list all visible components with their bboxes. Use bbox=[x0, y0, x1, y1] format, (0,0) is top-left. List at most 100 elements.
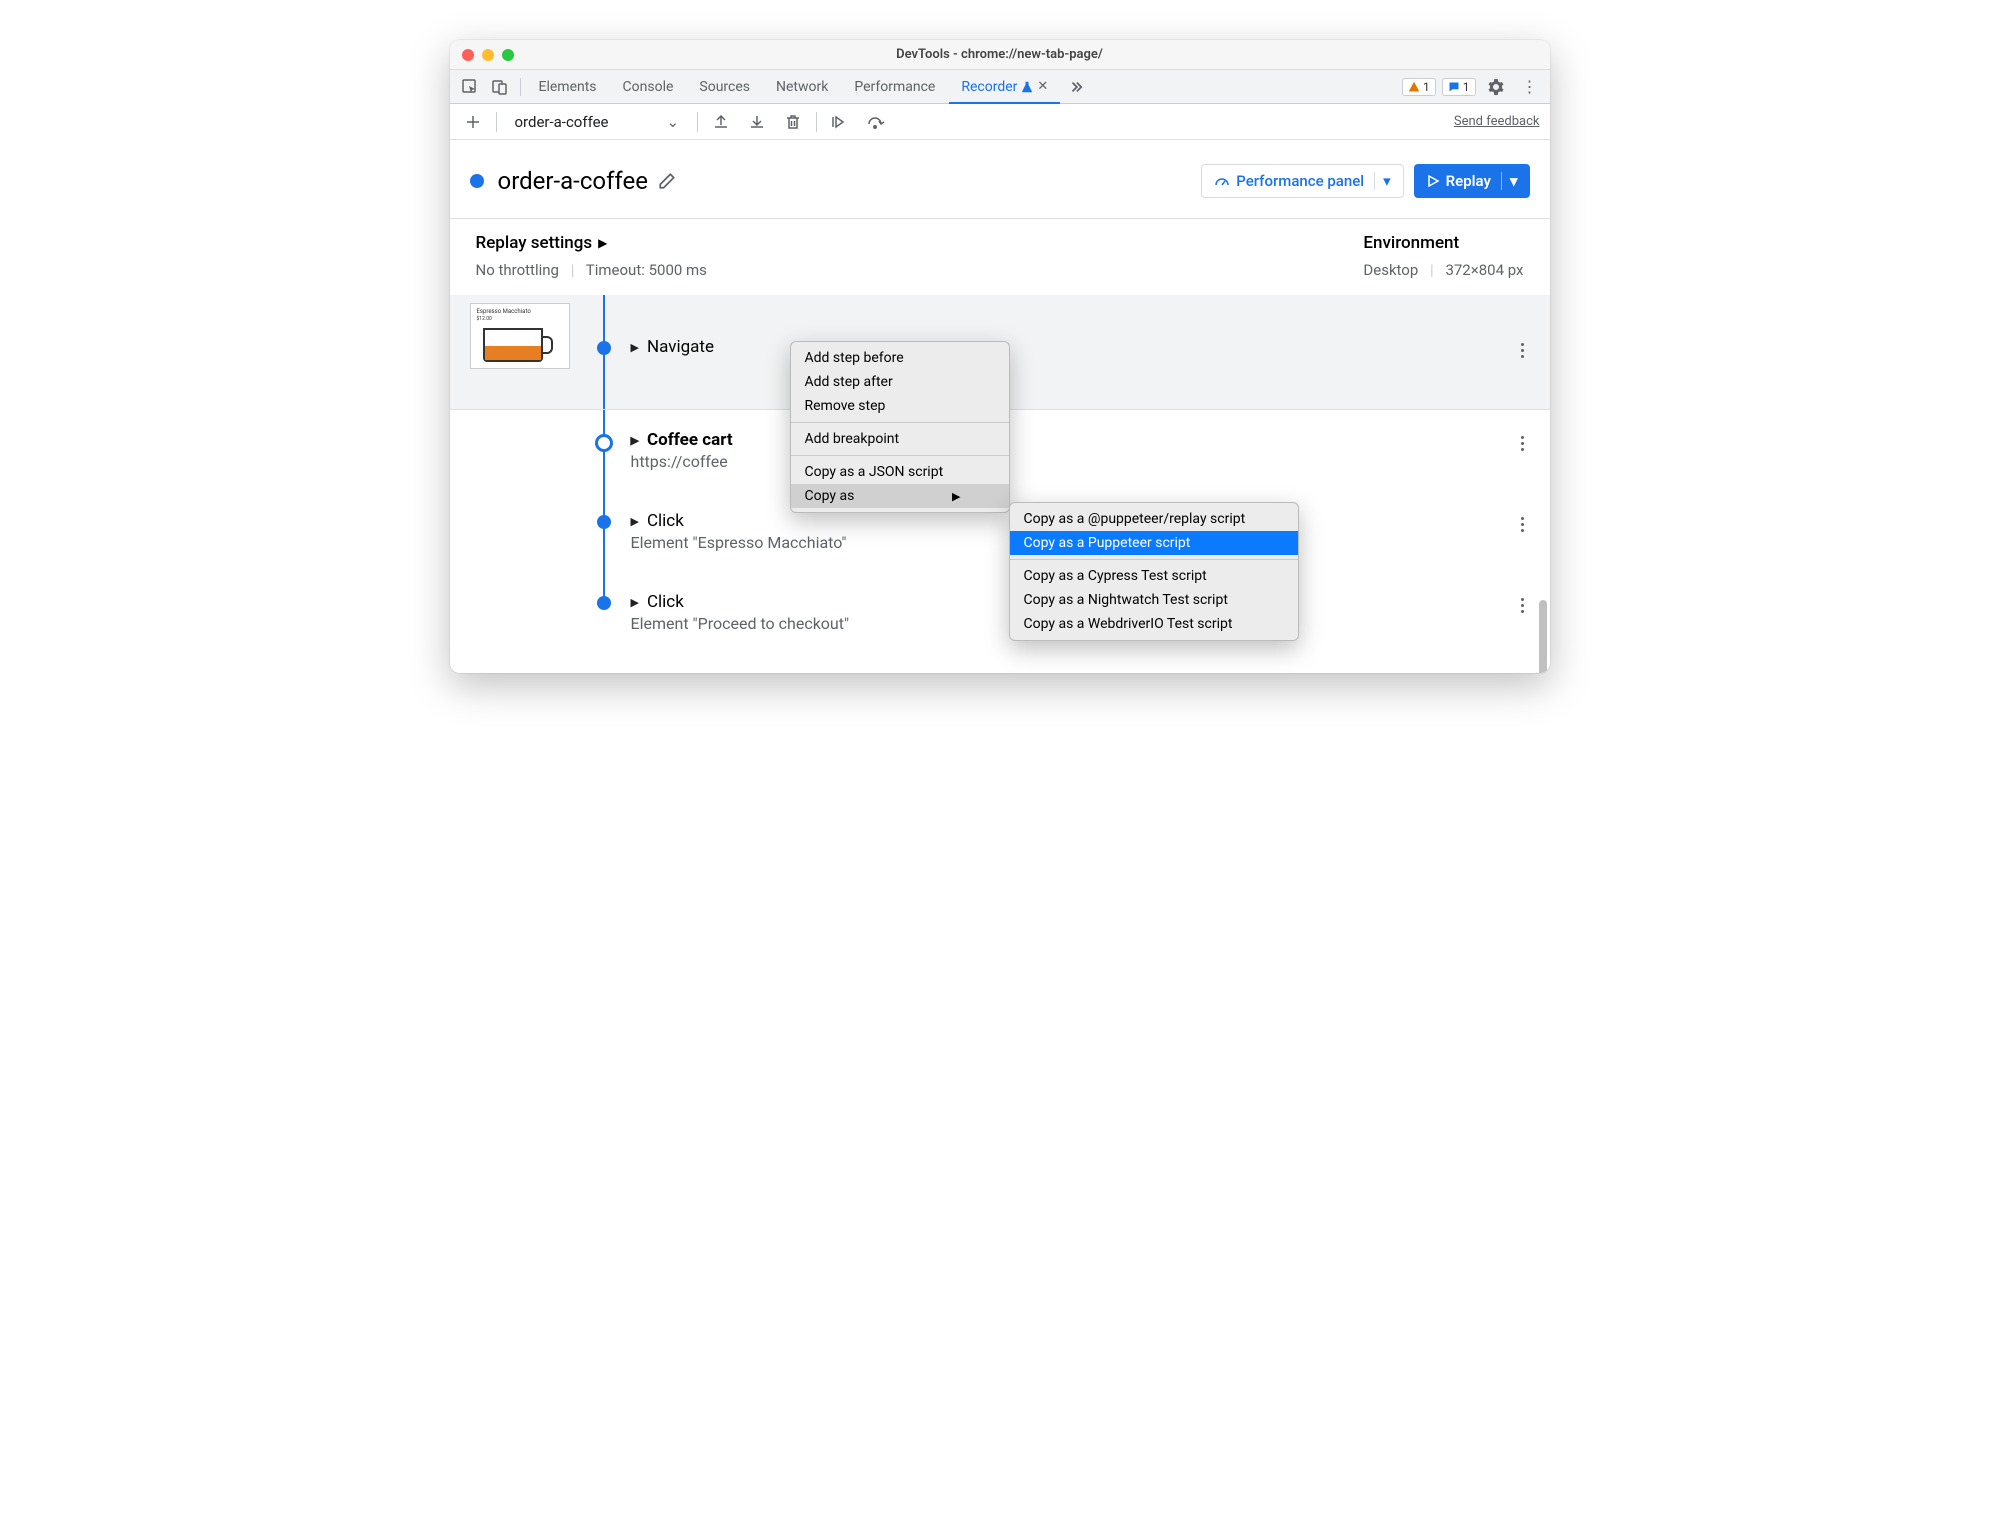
gauge-icon bbox=[1214, 173, 1230, 189]
tab-sources[interactable]: Sources bbox=[687, 70, 762, 104]
copy-as-submenu: Copy as a @puppeteer/replay script Copy … bbox=[1009, 502, 1299, 641]
export-button[interactable] bbox=[708, 109, 734, 135]
menu-copy-puppeteer[interactable]: Copy as a Puppeteer script bbox=[1010, 531, 1298, 555]
titlebar: DevTools - chrome://new-tab-page/ bbox=[450, 40, 1550, 70]
recorder-content: order-a-coffee Performance panel ▾ Repla… bbox=[450, 140, 1550, 673]
chevron-right-icon: ▶ bbox=[631, 341, 639, 354]
device-toggle-icon[interactable] bbox=[486, 73, 514, 101]
close-tab-icon[interactable]: ✕ bbox=[1037, 79, 1048, 94]
timeline-node-ring bbox=[595, 434, 613, 452]
step-menu-button[interactable] bbox=[1515, 592, 1530, 619]
tab-recorder[interactable]: Recorder ✕ bbox=[949, 70, 1060, 104]
import-button[interactable] bbox=[744, 109, 770, 135]
menu-add-step-after[interactable]: Add step after bbox=[791, 370, 1009, 394]
menu-remove-step[interactable]: Remove step bbox=[791, 394, 1009, 418]
devtools-window: DevTools - chrome://new-tab-page/ Elemen… bbox=[450, 40, 1550, 673]
environment-header: Environment bbox=[1363, 233, 1523, 253]
chevron-right-icon: ▶ bbox=[631, 515, 639, 528]
timeline-line bbox=[603, 491, 605, 572]
chevron-down-icon: ⌄ bbox=[667, 113, 680, 131]
timeline-node bbox=[597, 596, 611, 610]
recording-name: order-a-coffee bbox=[515, 113, 609, 131]
throttling-value: No throttling bbox=[476, 261, 559, 279]
step-over-button[interactable] bbox=[863, 109, 889, 135]
settings-icon[interactable] bbox=[1482, 73, 1510, 101]
tab-console[interactable]: Console bbox=[611, 70, 686, 104]
menu-add-breakpoint[interactable]: Add breakpoint bbox=[791, 427, 1009, 451]
chat-icon bbox=[1448, 81, 1460, 93]
step-navigate-label: Navigate bbox=[647, 337, 714, 357]
recorder-toolbar: order-a-coffee ⌄ Send feedback bbox=[450, 104, 1550, 140]
send-feedback-link[interactable]: Send feedback bbox=[1454, 114, 1540, 129]
performance-panel-label: Performance panel bbox=[1236, 172, 1364, 190]
recording-dot-icon bbox=[470, 174, 484, 188]
timeline-node bbox=[597, 515, 611, 529]
recording-title: order-a-coffee bbox=[498, 167, 648, 195]
edit-title-button[interactable] bbox=[658, 172, 676, 190]
step-context-menu: Add step before Add step after Remove st… bbox=[790, 341, 1010, 513]
issues-badge[interactable]: 1 bbox=[1442, 78, 1476, 96]
menu-divider bbox=[791, 422, 1009, 423]
timeout-value: Timeout: 5000 ms bbox=[586, 261, 707, 279]
delete-button[interactable] bbox=[780, 109, 806, 135]
recording-header: order-a-coffee Performance panel ▾ Repla… bbox=[450, 140, 1550, 218]
minimize-window-button[interactable] bbox=[482, 49, 494, 61]
chevron-right-icon: ▶ bbox=[631, 434, 639, 447]
menu-copy-json[interactable]: Copy as a JSON script bbox=[791, 460, 1009, 484]
more-menu-icon[interactable]: ⋮ bbox=[1516, 73, 1544, 101]
chevron-right-icon: ▶ bbox=[952, 490, 960, 503]
separator bbox=[496, 112, 497, 132]
steps-list: Espresso Macchiato $12.00 ▶ Navigate ▶ Cof… bbox=[450, 295, 1550, 673]
step-click1-label: Click bbox=[647, 511, 684, 531]
tab-network[interactable]: Network bbox=[764, 70, 840, 104]
menu-divider bbox=[791, 455, 1009, 456]
step-coffee-cart-url: https://coffee bbox=[631, 452, 1515, 471]
separator bbox=[816, 112, 817, 132]
settings-row: Replay settings ▶ No throttling | Timeou… bbox=[450, 218, 1550, 295]
step-click-checkout[interactable]: ▶Click Element "Proceed to checkout" bbox=[450, 572, 1550, 673]
step-coffee-cart-label: Coffee cart bbox=[647, 430, 733, 450]
inspect-icon[interactable] bbox=[456, 73, 484, 101]
tab-recorder-label: Recorder bbox=[961, 79, 1017, 95]
menu-copy-puppeteer-replay[interactable]: Copy as a @puppeteer/replay script bbox=[1010, 507, 1298, 531]
menu-divider bbox=[1010, 559, 1298, 560]
separator bbox=[697, 112, 698, 132]
traffic-lights bbox=[450, 49, 514, 61]
step-click2-label: Click bbox=[647, 592, 684, 612]
step-menu-button[interactable] bbox=[1515, 430, 1530, 457]
performance-panel-button[interactable]: Performance panel ▾ bbox=[1201, 164, 1403, 198]
replay-settings-header[interactable]: Replay settings ▶ bbox=[476, 233, 707, 253]
maximize-window-button[interactable] bbox=[502, 49, 514, 61]
menu-copy-cypress[interactable]: Copy as a Cypress Test script bbox=[1010, 564, 1298, 588]
menu-copy-nightwatch[interactable]: Copy as a Nightwatch Test script bbox=[1010, 588, 1298, 612]
menu-copy-as[interactable]: Copy as ▶ bbox=[791, 484, 1009, 508]
replay-label: Replay bbox=[1446, 172, 1491, 190]
more-tabs-icon[interactable] bbox=[1062, 73, 1090, 101]
tab-elements[interactable]: Elements bbox=[527, 70, 609, 104]
recording-select[interactable]: order-a-coffee ⌄ bbox=[507, 111, 688, 133]
chevron-right-icon: ▶ bbox=[598, 236, 607, 250]
chevron-down-icon[interactable]: ▾ bbox=[1374, 172, 1391, 190]
close-window-button[interactable] bbox=[462, 49, 474, 61]
menu-add-step-before[interactable]: Add step before bbox=[791, 346, 1009, 370]
flask-icon bbox=[1021, 81, 1033, 93]
separator bbox=[520, 78, 521, 96]
device-value: Desktop bbox=[1363, 261, 1418, 279]
play-icon bbox=[1426, 174, 1440, 188]
step-through-button[interactable] bbox=[827, 109, 853, 135]
warning-icon bbox=[1408, 81, 1420, 93]
tab-performance[interactable]: Performance bbox=[842, 70, 947, 104]
add-recording-button[interactable] bbox=[460, 109, 486, 135]
window-title: DevTools - chrome://new-tab-page/ bbox=[450, 47, 1550, 62]
step-menu-button[interactable] bbox=[1515, 511, 1530, 538]
devtools-tabbar: Elements Console Sources Network Perform… bbox=[450, 70, 1550, 104]
scrollbar[interactable] bbox=[1539, 600, 1547, 673]
step-thumbnail: Espresso Macchiato $12.00 bbox=[470, 303, 570, 369]
replay-button[interactable]: Replay ▾ bbox=[1414, 164, 1530, 198]
chevron-down-icon[interactable]: ▾ bbox=[1501, 172, 1518, 190]
dimensions-value: 372×804 px bbox=[1445, 261, 1523, 279]
step-menu-button[interactable] bbox=[1515, 337, 1530, 364]
chevron-right-icon: ▶ bbox=[631, 596, 639, 609]
menu-copy-webdriverio[interactable]: Copy as a WebdriverIO Test script bbox=[1010, 612, 1298, 636]
warnings-badge[interactable]: 1 bbox=[1402, 78, 1436, 96]
